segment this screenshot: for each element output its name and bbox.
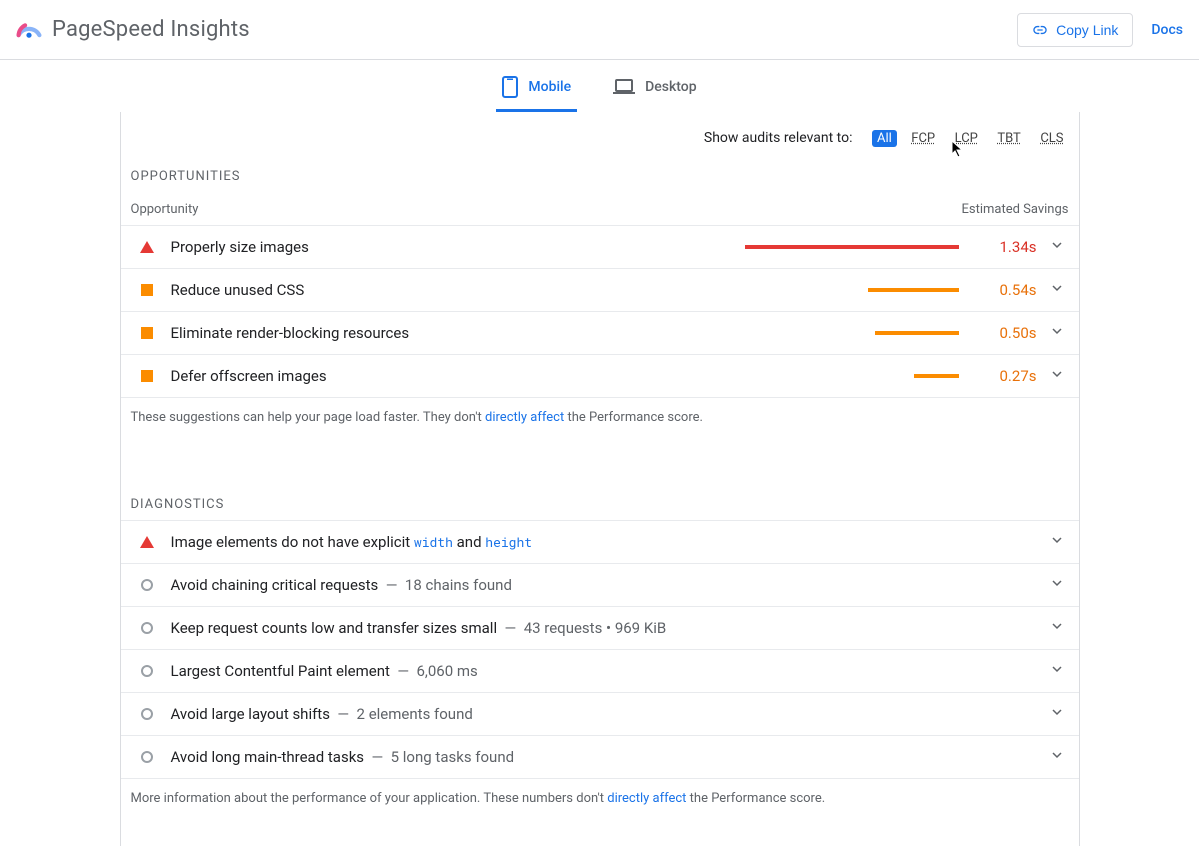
chevron-down-icon[interactable] xyxy=(1045,239,1069,255)
content: Show audits relevant to: All FCP LCP TBT… xyxy=(120,112,1080,846)
savings-value: 0.27s xyxy=(967,367,1037,385)
opportunities-footnote: These suggestions can help your page loa… xyxy=(121,397,1079,425)
savings-value: 1.34s xyxy=(967,238,1037,256)
opportunity-row[interactable]: Reduce unused CSS 0.54s xyxy=(121,268,1079,311)
diagnostic-row[interactable]: Avoid large layout shifts — 2 elements f… xyxy=(121,692,1079,735)
opportunity-title: Reduce unused CSS xyxy=(171,281,691,299)
diagnostic-title: Avoid chaining critical requests — 18 ch… xyxy=(171,576,1037,594)
chevron-down-icon[interactable] xyxy=(1045,620,1069,636)
filter-chip-cls[interactable]: CLS xyxy=(1035,130,1068,147)
chevron-down-icon[interactable] xyxy=(1045,282,1069,298)
diagnostic-title: Image elements do not have explicit widt… xyxy=(171,533,1037,551)
info-circle-icon xyxy=(141,665,153,677)
copy-link-label: Copy Link xyxy=(1056,22,1118,38)
opportunities-table-header: Opportunity Estimated Savings xyxy=(121,192,1079,225)
phone-icon xyxy=(502,76,518,98)
opportunity-row[interactable]: Properly size images 1.34s xyxy=(121,225,1079,268)
diagnostic-title: Avoid long main-thread tasks — 5 long ta… xyxy=(171,748,1037,766)
filter-chip-all[interactable]: All xyxy=(872,130,897,147)
chevron-down-icon[interactable] xyxy=(1045,706,1069,722)
chevron-down-icon[interactable] xyxy=(1045,368,1069,384)
pagespeed-logo-icon xyxy=(16,17,42,43)
opportunity-title: Properly size images xyxy=(171,238,691,256)
diagnostics-footnote: More information about the performance o… xyxy=(121,778,1079,806)
audit-filter-row: Show audits relevant to: All FCP LCP TBT… xyxy=(121,112,1079,147)
col-opportunity: Opportunity xyxy=(131,202,199,217)
directly-affect-link[interactable]: directly affect xyxy=(485,410,564,425)
laptop-icon xyxy=(613,79,635,95)
filter-chip-fcp[interactable]: FCP xyxy=(906,130,940,147)
brand: PageSpeed Insights xyxy=(16,17,250,43)
brand-title: PageSpeed Insights xyxy=(52,17,250,42)
chevron-down-icon[interactable] xyxy=(1045,534,1069,550)
filter-chip-lcp[interactable]: LCP xyxy=(950,130,983,147)
filter-chip-tbt[interactable]: TBT xyxy=(992,130,1025,147)
tab-desktop[interactable]: Desktop xyxy=(607,64,702,112)
diagnostic-title: Largest Contentful Paint element — 6,060… xyxy=(171,662,1037,680)
device-tabs: Mobile Desktop xyxy=(0,64,1199,112)
link-icon xyxy=(1032,22,1048,38)
directly-affect-link[interactable]: directly affect xyxy=(607,791,686,806)
savings-bar xyxy=(699,245,959,249)
opportunity-title: Eliminate render-blocking resources xyxy=(171,324,691,342)
diagnostic-row[interactable]: Image elements do not have explicit widt… xyxy=(121,520,1079,563)
warning-triangle-icon xyxy=(140,536,154,548)
chevron-down-icon[interactable] xyxy=(1045,325,1069,341)
diagnostics-heading: DIAGNOSTICS xyxy=(121,475,1079,520)
diagnostic-row[interactable]: Avoid long main-thread tasks — 5 long ta… xyxy=(121,735,1079,778)
docs-link[interactable]: Docs xyxy=(1151,22,1183,38)
opportunity-title: Defer offscreen images xyxy=(171,367,691,385)
opportunity-row[interactable]: Defer offscreen images 0.27s xyxy=(121,354,1079,397)
savings-bar xyxy=(699,288,959,292)
warning-square-icon xyxy=(141,327,153,339)
chevron-down-icon[interactable] xyxy=(1045,663,1069,679)
copy-link-button[interactable]: Copy Link xyxy=(1017,13,1133,47)
header: PageSpeed Insights Copy Link Docs xyxy=(0,0,1199,60)
savings-bar xyxy=(699,374,959,378)
info-circle-icon xyxy=(141,751,153,763)
opportunities-heading: OPPORTUNITIES xyxy=(121,147,1079,192)
warning-square-icon xyxy=(141,370,153,382)
filter-label: Show audits relevant to: xyxy=(704,130,853,146)
tab-desktop-label: Desktop xyxy=(645,79,696,95)
tab-mobile-label: Mobile xyxy=(528,79,571,95)
savings-value: 0.54s xyxy=(967,281,1037,299)
header-right: Copy Link Docs xyxy=(1017,13,1183,47)
info-circle-icon xyxy=(141,579,153,591)
diagnostic-title: Keep request counts low and transfer siz… xyxy=(171,619,1037,637)
chevron-down-icon[interactable] xyxy=(1045,749,1069,765)
diagnostic-row[interactable]: Keep request counts low and transfer siz… xyxy=(121,606,1079,649)
opportunity-row[interactable]: Eliminate render-blocking resources 0.50s xyxy=(121,311,1079,354)
tab-mobile[interactable]: Mobile xyxy=(496,64,577,112)
savings-bar xyxy=(699,331,959,335)
chevron-down-icon[interactable] xyxy=(1045,577,1069,593)
diagnostic-row[interactable]: Largest Contentful Paint element — 6,060… xyxy=(121,649,1079,692)
info-circle-icon xyxy=(141,708,153,720)
warning-triangle-icon xyxy=(140,241,154,253)
savings-value: 0.50s xyxy=(967,324,1037,342)
diagnostic-title: Avoid large layout shifts — 2 elements f… xyxy=(171,705,1037,723)
info-circle-icon xyxy=(141,622,153,634)
col-savings: Estimated Savings xyxy=(961,202,1068,217)
diagnostic-row[interactable]: Avoid chaining critical requests — 18 ch… xyxy=(121,563,1079,606)
warning-square-icon xyxy=(141,284,153,296)
